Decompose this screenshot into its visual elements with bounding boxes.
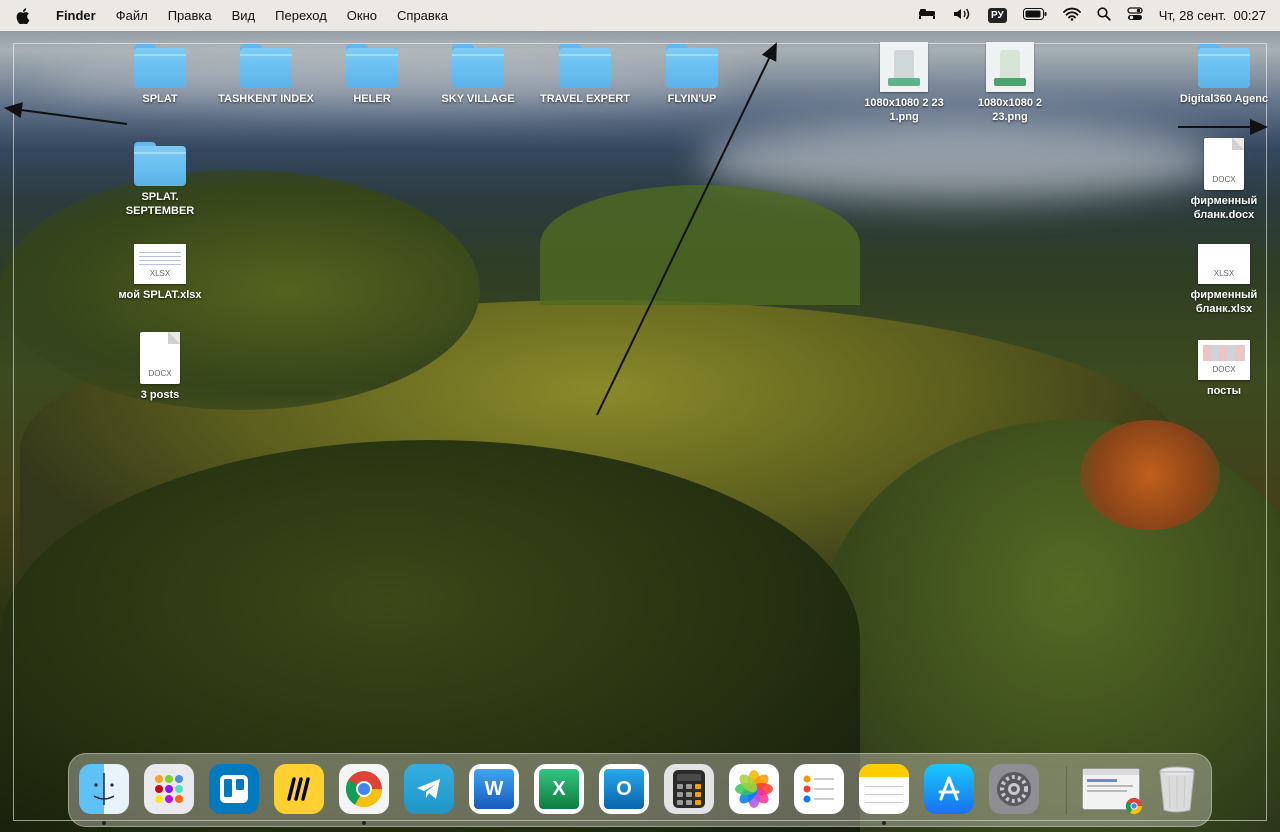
image-thumbnail [986,42,1034,92]
docx-file-firmenny-blank[interactable]: DOCX фирменный бланк.docx [1172,138,1276,222]
desktop-item-label: HELER [353,93,391,105]
xlsx-file-moy-splat[interactable]: XLSX мой SPLAT.xlsx [108,244,212,302]
menu-window[interactable]: Окно [337,0,387,31]
apple-menu-icon[interactable] [0,7,46,24]
menu-help[interactable]: Справка [387,0,458,31]
desktop-item-label: SKY VILLAGE [441,93,515,105]
wifi-icon[interactable] [1062,7,1081,24]
telegram-icon[interactable] [404,764,454,814]
word-icon[interactable]: W [469,764,519,814]
folder-flyinup[interactable]: FLYIN'UP [640,44,744,106]
excel-icon[interactable]: X [534,764,584,814]
folder-heler[interactable]: HELER [320,44,424,106]
input-source-indicator[interactable]: РУ [987,8,1007,23]
trash-icon[interactable] [1152,764,1202,814]
chrome-badge-icon [1125,797,1143,815]
image-thumbnail [880,42,928,92]
running-indicator [102,821,106,825]
desktop-item-label: фирменный бланк.docx [1190,195,1258,221]
volume-icon[interactable] [952,7,972,24]
folder-travel-expert[interactable]: TRAVEL EXPERT [533,44,637,106]
calculator-icon[interactable] [664,764,714,814]
document-file-icon: DOCX [1204,138,1244,190]
settings-icon[interactable] [989,764,1039,814]
folder-sky-village[interactable]: SKY VILLAGE [426,44,530,106]
photos-icon[interactable] [729,764,779,814]
desktop-item-label: FLYIN'UP [667,93,717,105]
menu-go[interactable]: Переход [265,0,337,31]
image-file-1080-1[interactable]: 1080x1080 2 23 1.png [852,42,956,124]
desktop-item-label: фирменный бланк.xlsx [1190,289,1258,315]
spreadsheet-file-icon: XLSX [1198,244,1250,284]
spotlight-search-icon[interactable] [1097,7,1111,24]
folder-digital360[interactable]: Digital360 Agenc [1168,44,1280,106]
folder-icon [134,44,186,88]
reminders-icon[interactable] [794,764,844,814]
image-file-1080-2[interactable]: 1080x1080 2 23.png [958,42,1062,124]
dock: W X O [68,753,1212,827]
menu-edit[interactable]: Правка [158,0,222,31]
desktop-item-label: SPLAT. SEPTEMBER [125,191,195,217]
desktop-item-label: 1080x1080 2 23.png [977,97,1043,123]
miro-icon[interactable] [274,764,324,814]
folder-tashkent-index[interactable]: TASHKENT INDEX [214,44,318,106]
folder-icon [240,44,292,88]
desktop-item-label: мой SPLAT.xlsx [118,289,202,301]
folder-icon [1198,44,1250,88]
document-file-icon: DOCX [1198,340,1250,380]
battery-icon[interactable] [1022,8,1047,23]
folder-icon [559,44,611,88]
folder-icon [452,44,504,88]
folder-icon [346,44,398,88]
folder-icon [134,142,186,186]
desktop-item-label: посты [1206,385,1242,397]
bed-icon[interactable] [918,8,936,23]
desktop-item-label: 1080x1080 2 23 1.png [864,97,944,123]
chrome-icon[interactable] [339,764,389,814]
desktop-item-label: Digital360 Agenc [1179,93,1269,105]
folder-splat-september[interactable]: SPLAT. SEPTEMBER [108,142,212,218]
appstore-icon[interactable] [924,764,974,814]
running-indicator [362,821,366,825]
app-menu-finder[interactable]: Finder [46,0,106,31]
clock-datetime[interactable]: Чт, 28 сент. 00:27 [1159,8,1266,23]
menu-file[interactable]: Файл [106,0,158,31]
folder-splat[interactable]: SPLAT [108,44,212,106]
trello-icon[interactable] [209,764,259,814]
desktop-item-label: TASHKENT INDEX [218,93,314,105]
control-center-icon[interactable] [1127,7,1143,24]
desktop-item-label: TRAVEL EXPERT [539,93,631,105]
menu-bar: Finder Файл Правка Вид Переход Окно Спра… [0,0,1280,31]
spreadsheet-file-icon: XLSX [134,244,186,284]
launchpad-icon[interactable] [144,764,194,814]
minimized-window-icon[interactable] [1081,764,1143,815]
running-indicator [882,821,886,825]
outlook-icon[interactable]: O [599,764,649,814]
notes-icon[interactable] [859,764,909,814]
desktop-item-label: 3 posts [140,389,180,401]
dock-separator [1066,766,1067,814]
menu-view[interactable]: Вид [222,0,266,31]
folder-icon [666,44,718,88]
finder-icon[interactable] [79,764,129,814]
docx-file-posty[interactable]: DOCX посты [1172,340,1276,398]
xlsx-file-firmenny-blank[interactable]: XLSX фирменный бланк.xlsx [1172,244,1276,316]
docx-file-3-posts[interactable]: DOCX 3 posts [108,332,212,402]
document-file-icon: DOCX [140,332,180,384]
desktop-item-label: SPLAT [142,93,178,105]
